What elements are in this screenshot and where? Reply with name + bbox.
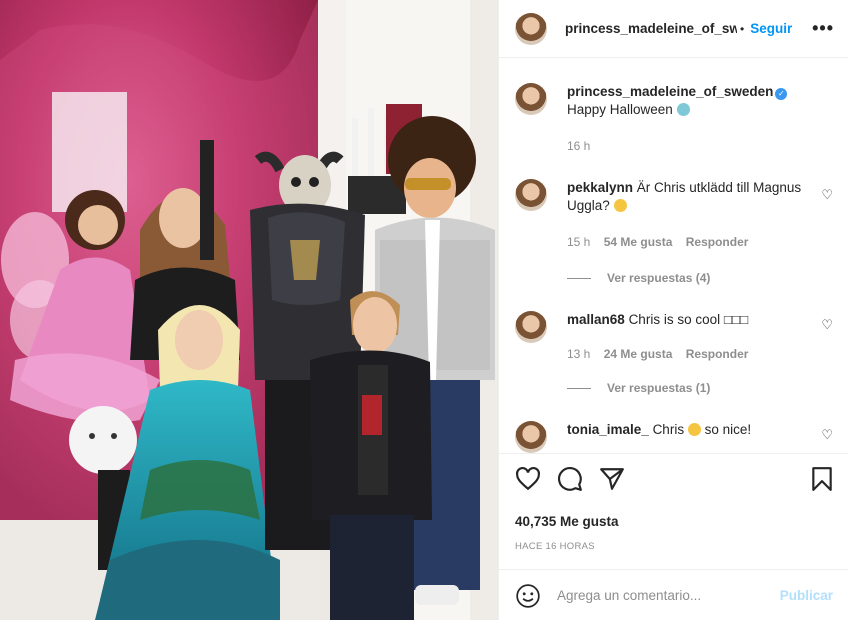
author-username[interactable]: princess_madeleine_of_sw xyxy=(565,21,737,36)
comment-like-heart-icon[interactable]: ♡ xyxy=(821,427,833,443)
comment-body: mallan68 Chris is so cool □□□ xyxy=(567,311,817,329)
comments-list[interactable]: princess_madeleine_of_sweden ✓ Happy Hall… xyxy=(499,59,848,453)
caption-meta: 16 h xyxy=(567,139,600,153)
comment-time[interactable]: 15 h xyxy=(567,235,590,249)
caption-time[interactable]: 16 h xyxy=(567,139,590,153)
header-separator: • xyxy=(740,21,745,36)
view-replies-button[interactable]: Ver respuestas (4) xyxy=(567,271,710,285)
post-photo[interactable] xyxy=(0,0,498,620)
action-icons xyxy=(515,466,835,496)
follow-button[interactable]: Seguir xyxy=(750,21,792,36)
comment-like-heart-icon[interactable]: ♡ xyxy=(821,317,833,333)
caption-text: Happy Halloween xyxy=(567,102,673,117)
caption-avatar[interactable] xyxy=(515,83,547,115)
view-replies-button[interactable]: Ver respuestas (1) xyxy=(567,381,710,395)
post-modal: princess_madeleine_of_sw • Seguir ••• pr… xyxy=(0,0,848,620)
comment-like-heart-icon[interactable]: ♡ xyxy=(821,187,833,203)
caption-username[interactable]: princess_madeleine_of_sweden xyxy=(567,84,773,99)
comment-body: tonia_imale_ Chris so nice! xyxy=(567,421,817,439)
comment-text: Chris xyxy=(652,422,685,437)
view-replies-label: Ver respuestas (4) xyxy=(607,271,711,285)
bookmark-icon[interactable] xyxy=(809,466,835,492)
comment-text: Chris is so cool □□□ xyxy=(628,312,749,327)
comment-time[interactable]: 13 h xyxy=(567,347,590,361)
post-timestamp[interactable]: HACE 16 HORAS xyxy=(515,541,595,552)
reply-button[interactable]: Responder xyxy=(686,347,749,361)
grin-emoji-icon xyxy=(687,423,701,436)
view-replies-label: Ver respuestas (1) xyxy=(607,381,711,395)
add-comment-bar: Agrega un comentario... Publicar xyxy=(499,569,848,620)
family-halloween-photo xyxy=(0,0,498,620)
comment-username[interactable]: mallan68 xyxy=(567,312,625,327)
comment-meta: 15 h 54 Me gusta Responder xyxy=(567,235,758,249)
comment-icon[interactable] xyxy=(557,466,583,492)
comment-avatar[interactable] xyxy=(515,311,547,343)
comment-body: pekkalynn Är Chris utklädd till Magnus U… xyxy=(567,179,817,215)
smiley-icon[interactable] xyxy=(515,583,541,609)
verified-badge-icon: ✓ xyxy=(775,88,788,100)
comment-username[interactable]: pekkalynn xyxy=(567,180,633,195)
heart-icon[interactable] xyxy=(515,466,541,492)
comment-avatar[interactable] xyxy=(515,421,547,453)
comment-text-end: so nice! xyxy=(704,422,752,437)
emoji-icon xyxy=(676,103,690,116)
share-icon[interactable] xyxy=(599,466,625,492)
post-side-panel: princess_madeleine_of_sw • Seguir ••• pr… xyxy=(498,0,848,620)
reply-button[interactable]: Responder xyxy=(686,235,749,249)
likes-count[interactable]: 40,735 Me gusta xyxy=(515,514,619,529)
publish-button[interactable]: Publicar xyxy=(780,588,833,603)
comment-avatar[interactable] xyxy=(515,179,547,211)
comment-input[interactable]: Agrega un comentario... xyxy=(557,588,701,603)
post-header: princess_madeleine_of_sw • Seguir ••• xyxy=(499,0,848,58)
comment-username[interactable]: tonia_imale_ xyxy=(567,422,649,437)
post-actions: 40,735 Me gusta HACE 16 HORAS Agrega un … xyxy=(499,453,848,620)
more-options-icon[interactable]: ••• xyxy=(812,18,834,39)
comment-likes[interactable]: 54 Me gusta xyxy=(604,235,673,249)
caption-body: princess_madeleine_of_sweden ✓ Happy Hall… xyxy=(567,83,817,119)
replies-divider xyxy=(567,278,591,280)
replies-divider xyxy=(567,388,591,390)
author-avatar[interactable] xyxy=(515,12,547,45)
comment-likes[interactable]: 24 Me gusta xyxy=(604,347,673,361)
grin-emoji-icon xyxy=(613,199,627,212)
comment-meta: 13 h 24 Me gusta Responder xyxy=(567,347,758,361)
